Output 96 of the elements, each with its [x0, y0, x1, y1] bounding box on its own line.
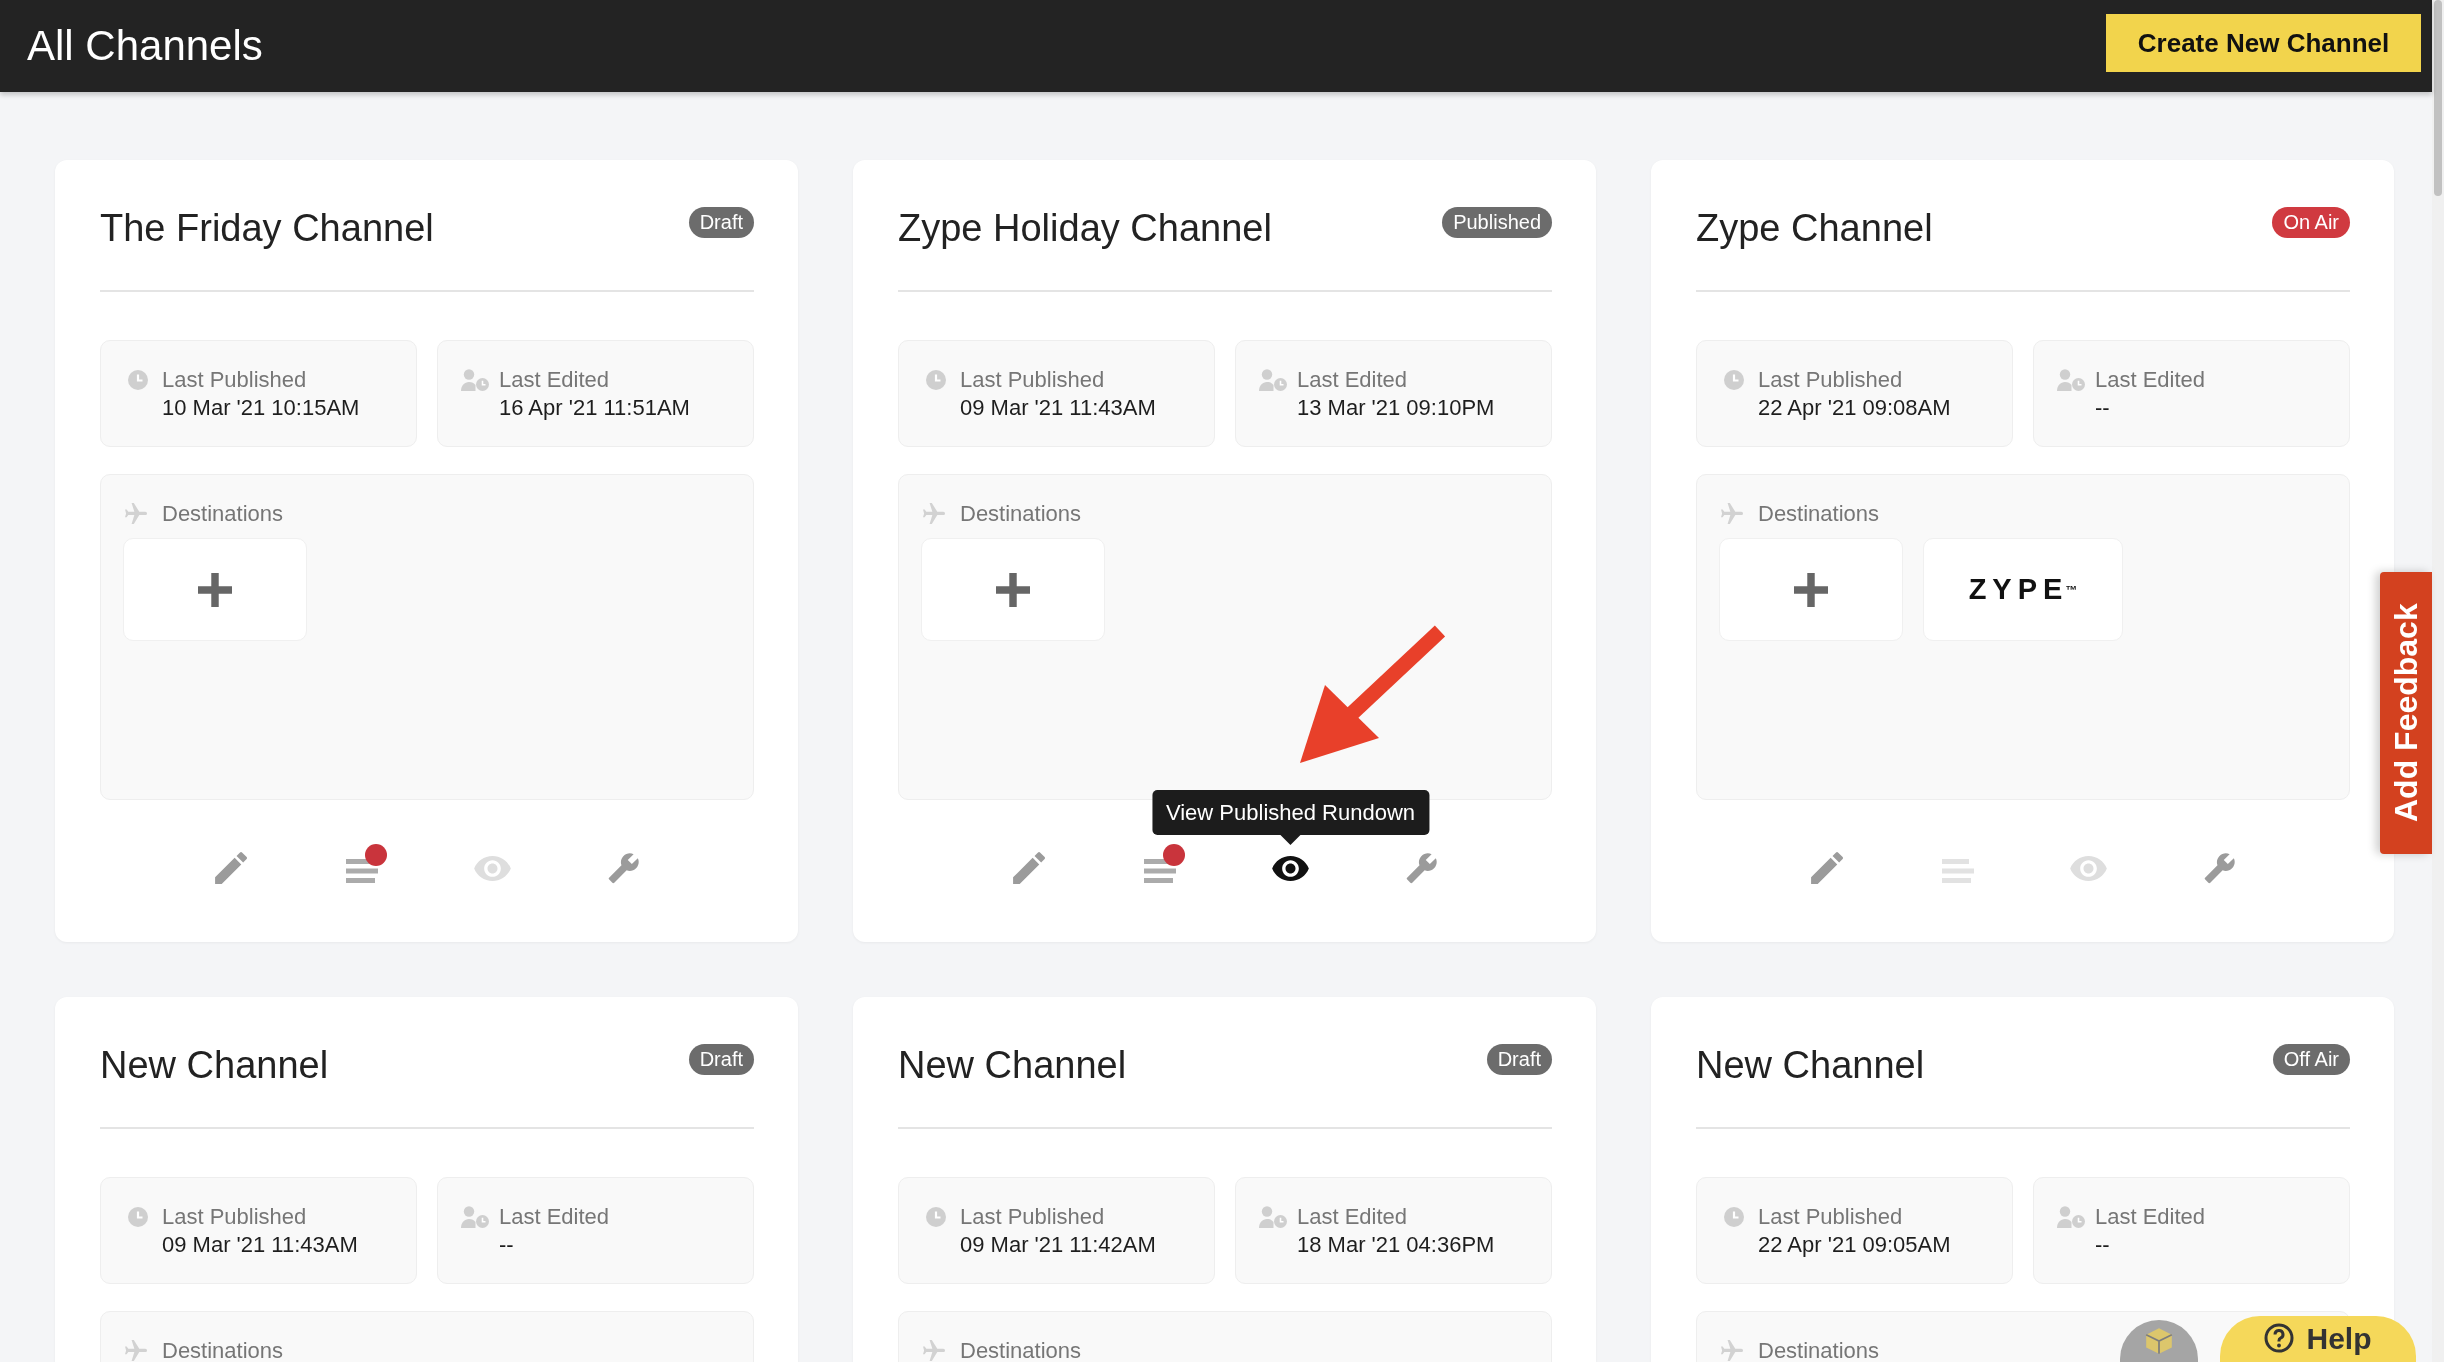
airplane-icon: [125, 1340, 147, 1362]
destinations-label: Destinations: [960, 1337, 1082, 1362]
lines-icon: [1143, 859, 1176, 883]
destinations-label: Destinations: [162, 1337, 284, 1362]
edit-button[interactable]: [1012, 852, 1045, 884]
channel-title: New Channel: [100, 1043, 329, 1088]
info-value: --: [2095, 1231, 2110, 1259]
wrench-icon: [1405, 852, 1438, 884]
info-value: 16 Apr '21 11:51AM: [499, 394, 690, 422]
status-badge: Draft: [688, 1044, 754, 1075]
info-value: 09 Mar '21 11:43AM: [162, 1231, 358, 1259]
channel-title: Zype Holiday Channel: [898, 206, 1272, 251]
clock-icon: [1724, 1207, 1744, 1227]
destinations-label: Destinations: [162, 500, 284, 528]
help-icon: [2264, 1323, 2295, 1353]
pencil-icon: [1810, 852, 1843, 884]
settings-button[interactable]: [1405, 852, 1438, 884]
channel-title: Zype Channel: [1696, 206, 1933, 251]
view-button[interactable]: [1272, 855, 1309, 881]
status-badge: Draft: [688, 207, 754, 238]
eye-icon: [474, 855, 511, 881]
add-destination-button[interactable]: [1719, 538, 1903, 641]
add-destination-button[interactable]: [123, 538, 307, 641]
destination-logo-button[interactable]: ZYPE$^{™}$: [1923, 538, 2123, 641]
channel-title: The Friday Channel: [100, 206, 434, 251]
help-button[interactable]: Help: [2220, 1316, 2416, 1362]
settings-button[interactable]: [2203, 852, 2236, 884]
info-label: Last Edited: [499, 366, 610, 394]
status-badge: Published: [1442, 207, 1552, 238]
airplane-icon: [923, 1340, 945, 1362]
info-label: Last Published: [162, 366, 307, 394]
settings-button[interactable]: [607, 852, 640, 884]
plus-icon: [996, 572, 1030, 607]
pencil-icon: [214, 852, 247, 884]
user-clock-icon: [461, 1206, 489, 1228]
info-value: 22 Apr '21 09:08AM: [1758, 394, 1951, 422]
info-label: Last Edited: [1297, 1203, 1408, 1231]
status-badge: On Air: [2272, 207, 2350, 238]
info-label: Last Edited: [499, 1203, 610, 1231]
info-value: 13 Mar '21 09:10PM: [1297, 394, 1495, 422]
channel-title: New Channel: [898, 1043, 1127, 1088]
airplane-icon: [923, 503, 945, 525]
destinations-label: Destinations: [1758, 500, 1880, 528]
pencil-icon: [1012, 852, 1045, 884]
info-value: --: [499, 1231, 514, 1259]
notification-dot-icon: [364, 844, 387, 866]
wrench-icon: [607, 852, 640, 884]
add-destination-button[interactable]: [921, 538, 1105, 641]
info-label: Last Published: [162, 1203, 307, 1231]
create-channel-button[interactable]: Create New Channel: [2106, 14, 2421, 72]
plus-icon: [1794, 572, 1828, 607]
info-label: Last Edited: [1297, 366, 1408, 394]
airplane-icon: [1721, 1340, 1743, 1362]
clock-icon: [128, 1207, 148, 1227]
tooltip: View Published Rundown: [1151, 790, 1430, 845]
info-label: Last Published: [1758, 1203, 1903, 1231]
info-value: 22 Apr '21 09:05AM: [1758, 1231, 1951, 1259]
info-label: Last Edited: [2095, 366, 2206, 394]
scrollbar-thumb[interactable]: [2434, 0, 2442, 196]
info-value: 09 Mar '21 11:42AM: [960, 1231, 1156, 1259]
channel-title: New Channel: [1696, 1043, 1925, 1088]
info-label: Last Edited: [2095, 1203, 2206, 1231]
info-value: 09 Mar '21 11:43AM: [960, 394, 1156, 422]
info-label: Last Published: [1758, 366, 1903, 394]
info-value: 10 Mar '21 10:15AM: [162, 394, 360, 422]
box-icon: [2143, 1326, 2175, 1354]
edit-button[interactable]: [214, 852, 247, 884]
page-title: All Channels: [27, 21, 263, 71]
airplane-icon: [1721, 503, 1743, 525]
clock-icon: [1724, 370, 1744, 390]
lines-icon: [1941, 859, 1974, 883]
info-label: Last Published: [960, 1203, 1105, 1231]
info-label: Last Published: [960, 366, 1105, 394]
airplane-icon: [125, 503, 147, 525]
status-badge: Off Air: [2272, 1044, 2350, 1075]
status-badge: Draft: [1486, 1044, 1552, 1075]
wrench-icon: [2203, 852, 2236, 884]
clock-icon: [926, 370, 946, 390]
user-clock-icon: [1259, 369, 1287, 391]
plus-icon: [198, 572, 232, 607]
notification-dot-icon: [1162, 844, 1185, 866]
destinations-label: Destinations: [960, 500, 1082, 528]
info-value: 18 Mar '21 04:36PM: [1297, 1231, 1495, 1259]
user-clock-icon: [461, 369, 489, 391]
user-clock-icon: [2057, 369, 2085, 391]
clock-icon: [926, 1207, 946, 1227]
eye-icon: [2070, 855, 2107, 881]
user-clock-icon: [2057, 1206, 2085, 1228]
eye-icon: [1272, 855, 1309, 881]
info-value: --: [2095, 394, 2110, 422]
lines-icon: [345, 859, 378, 883]
destinations-label: Destinations: [1758, 1337, 1880, 1362]
edit-button[interactable]: [1810, 852, 1843, 884]
clock-icon: [128, 370, 148, 390]
user-clock-icon: [1259, 1206, 1287, 1228]
feedback-tab[interactable]: Add Feedback: [2380, 572, 2432, 854]
